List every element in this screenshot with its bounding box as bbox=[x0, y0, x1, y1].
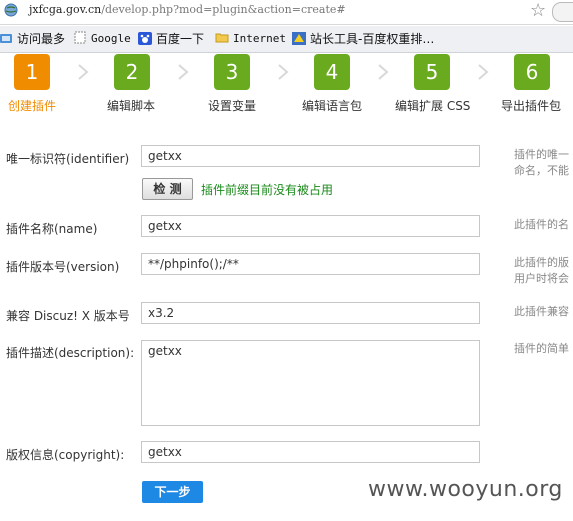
step-3-label[interactable]: 设置变量 bbox=[208, 97, 256, 114]
check-button[interactable]: 检 测 bbox=[142, 178, 193, 200]
globe-icon bbox=[4, 3, 18, 17]
step-6-label[interactable]: 导出插件包 bbox=[501, 97, 561, 114]
bookmark-label: 站长工具-百度权重排… bbox=[310, 32, 435, 46]
bookmark-chinaz[interactable]: 站长工具-百度权重排… bbox=[292, 31, 434, 47]
folder-icon bbox=[215, 33, 229, 43]
bookmark-label: 访问最多 bbox=[17, 32, 66, 46]
description-label: 插件描述(description): bbox=[6, 346, 135, 360]
hint-line: 命名，不能 bbox=[514, 164, 569, 177]
bookmark-label: 百度一下 bbox=[156, 32, 205, 46]
compat-input[interactable] bbox=[141, 302, 480, 324]
step-2-label[interactable]: 编辑脚本 bbox=[107, 97, 155, 114]
wizard-steps: 1 创建插件 2 编辑脚本 3 设置变量 4 编辑语言包 5 编辑扩展 CSS … bbox=[0, 52, 573, 116]
chevron-right-icon bbox=[278, 64, 289, 80]
bookmark-google[interactable]: Google bbox=[73, 31, 131, 47]
address-bar[interactable]: jxfcga.gov.cn/develop.php?mod=plugin&act… bbox=[0, 0, 573, 25]
compat-label: 兼容 Discuz! X 版本号 bbox=[6, 309, 130, 323]
step-1-label[interactable]: 创建插件 bbox=[8, 97, 56, 114]
bookmark-internet[interactable]: Internet bbox=[215, 31, 286, 47]
chevron-right-icon bbox=[178, 64, 189, 80]
url-path: /develop.php?mod=plugin&action=create# bbox=[101, 3, 346, 16]
version-input[interactable] bbox=[141, 253, 480, 275]
name-label: 插件名称(name) bbox=[6, 222, 98, 236]
bookmarks-bar: 访问最多 Google 百度一下 Internet 站长工具-百度权重排… bbox=[0, 26, 573, 53]
identifier-label: 唯一标识符(identifier) bbox=[6, 152, 130, 166]
identifier-input[interactable] bbox=[141, 145, 480, 167]
chevron-right-icon bbox=[378, 64, 389, 80]
compat-hint: 此插件兼容 bbox=[514, 305, 569, 318]
forward-button[interactable] bbox=[552, 2, 573, 22]
chinaz-icon bbox=[292, 32, 306, 45]
check-result-message: 插件前缀目前没有被占用 bbox=[201, 183, 334, 197]
step-4-number[interactable]: 4 bbox=[314, 54, 350, 90]
step-5-number[interactable]: 5 bbox=[414, 54, 450, 90]
step-3-number[interactable]: 3 bbox=[214, 54, 250, 90]
name-hint: 此插件的名 bbox=[514, 218, 569, 231]
version-label: 插件版本号(version) bbox=[6, 260, 120, 274]
chevron-right-icon bbox=[478, 64, 489, 80]
step-6-number[interactable]: 6 bbox=[514, 54, 550, 90]
name-input[interactable] bbox=[141, 215, 480, 237]
bookmark-label: Google bbox=[91, 32, 131, 45]
bookmark-most-visited[interactable]: 访问最多 bbox=[0, 31, 65, 47]
next-step-button[interactable]: 下一步 bbox=[142, 481, 203, 503]
step-4-label[interactable]: 编辑语言包 bbox=[302, 97, 362, 114]
url-text: jxfcga.gov.cn/develop.php?mod=plugin&act… bbox=[29, 3, 346, 16]
url-host: jxfcga.gov.cn bbox=[29, 3, 102, 16]
hint-line: 用户时将会 bbox=[514, 272, 569, 285]
description-hint: 插件的简单 bbox=[514, 342, 569, 355]
hint-line: 插件的唯一 bbox=[514, 148, 569, 161]
description-textarea[interactable]: getxx bbox=[141, 340, 480, 426]
identifier-hint: 插件的唯一命名，不能 bbox=[514, 147, 569, 179]
step-2-number[interactable]: 2 bbox=[114, 54, 150, 90]
bookmark-baidu[interactable]: 百度一下 bbox=[138, 31, 204, 47]
copyright-input[interactable] bbox=[141, 441, 480, 463]
bookmark-folder-icon bbox=[0, 34, 12, 43]
bookmark-star-icon[interactable]: ☆ bbox=[530, 0, 546, 21]
bookmark-label: Internet bbox=[233, 32, 286, 45]
version-hint: 此插件的版用户时将会 bbox=[514, 255, 569, 287]
chevron-right-icon bbox=[78, 64, 89, 80]
copyright-label: 版权信息(copyright): bbox=[6, 448, 125, 462]
step-5-label[interactable]: 编辑扩展 CSS bbox=[395, 97, 470, 114]
page-icon bbox=[74, 31, 86, 44]
watermark: www.wooyun.org bbox=[368, 477, 563, 502]
step-1-number[interactable]: 1 bbox=[14, 54, 50, 90]
baidu-paw-icon bbox=[138, 32, 152, 45]
hint-line: 此插件的版 bbox=[514, 256, 569, 269]
